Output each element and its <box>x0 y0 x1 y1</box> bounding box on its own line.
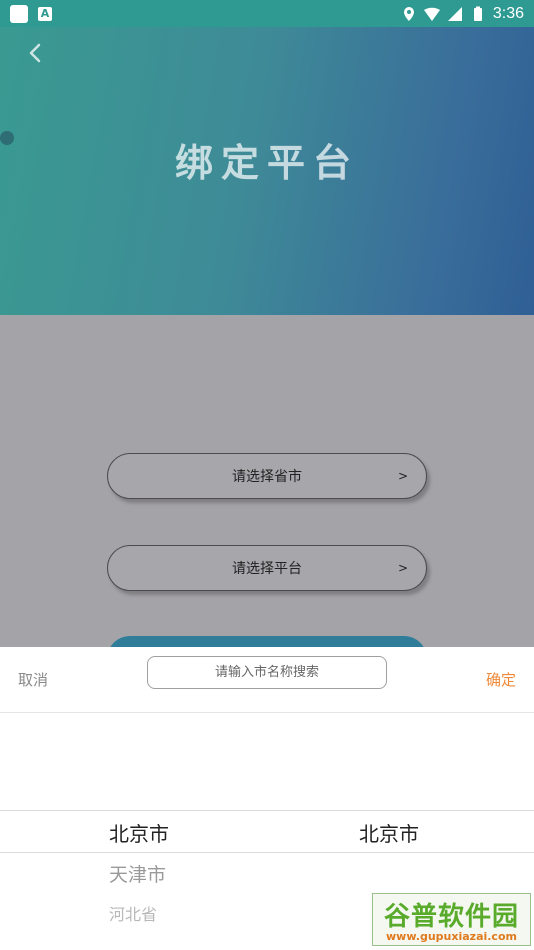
location-icon <box>403 6 414 21</box>
status-time: 3:36 <box>492 4 524 22</box>
chevron-right-icon: > <box>397 469 408 483</box>
city-wheel-item[interactable]: 北京市 <box>359 818 419 847</box>
wheel-divider-bottom <box>0 852 534 853</box>
header: 绑定平台 <box>0 27 534 315</box>
select-province-button[interactable]: 请选择省市 > <box>107 453 427 499</box>
page-title: 绑定平台 <box>174 141 359 185</box>
battery-icon <box>473 6 482 21</box>
app-square-icon <box>10 4 28 23</box>
province-wheel-item[interactable]: 河北省 <box>109 901 157 925</box>
chevron-left-icon[interactable] <box>22 39 50 67</box>
wheel-divider-top <box>0 810 534 811</box>
chevron-right-icon: > <box>397 561 408 575</box>
signal-icon <box>447 6 462 21</box>
watermark-url: www.gupuxiazai.com <box>386 930 517 943</box>
watermark-brand: 谷普软件园 <box>383 902 519 932</box>
cancel-button[interactable]: 取消 <box>18 669 48 690</box>
confirm-button[interactable]: 确定 <box>486 669 516 690</box>
province-wheel-item[interactable]: 北京市 <box>109 818 169 847</box>
select-province-label: 请选择省市 <box>232 469 302 485</box>
watermark-logo: 谷普软件园 www.gupuxiazai.com <box>372 893 531 946</box>
picker-toolbar: 取消 确定 <box>0 647 534 713</box>
status-bar: A 3:36 <box>0 0 534 27</box>
a-notification-icon: A <box>38 6 52 21</box>
select-platform-button[interactable]: 请选择平台 > <box>107 545 427 591</box>
select-platform-label: 请选择平台 <box>232 561 302 577</box>
wifi-icon <box>423 7 440 21</box>
province-wheel-item[interactable]: 天津市 <box>109 860 166 887</box>
city-search-input[interactable] <box>147 656 387 689</box>
